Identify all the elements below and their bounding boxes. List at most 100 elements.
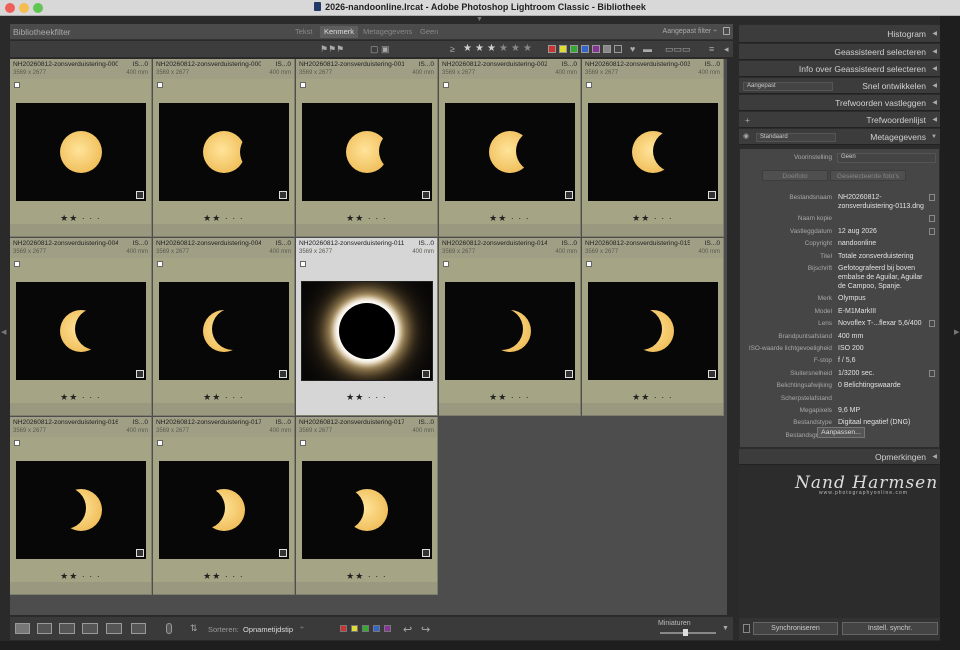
metadata-value[interactable]: E-M1MarkIII: [838, 307, 926, 316]
add-keyword-icon[interactable]: +: [745, 112, 750, 128]
cell-select-checkbox[interactable]: [443, 261, 449, 267]
cell-select-checkbox[interactable]: [14, 82, 20, 88]
custom-filter-dropdown[interactable]: Aangepast filter ÷: [663, 28, 717, 35]
metadata-view-dropdown[interactable]: Standaard: [756, 133, 836, 142]
rating-star-6[interactable]: ★: [523, 43, 532, 54]
label-yellow-button[interactable]: [351, 625, 358, 632]
cell-select-checkbox[interactable]: [443, 82, 449, 88]
photo-thumbnail[interactable]: [301, 281, 433, 381]
section-assisted-info[interactable]: Info over Geassisteerd selecteren ◀: [739, 61, 940, 77]
sync-settings-button[interactable]: Instell. synchr.: [842, 622, 938, 635]
edited-badge-icon[interactable]: [136, 370, 144, 378]
second-display-button[interactable]: [131, 623, 146, 634]
edited-badge-icon[interactable]: [422, 549, 430, 557]
metadata-value[interactable]: [838, 214, 926, 223]
metadata-action-icon[interactable]: [929, 194, 935, 201]
edited-badge-icon[interactable]: [422, 191, 430, 199]
edited-badge-icon[interactable]: [279, 191, 287, 199]
color-filter-red[interactable]: [548, 45, 556, 53]
grid-cell[interactable]: NH20260812-zonsverduistering-0154.dng IS.…: [582, 238, 724, 416]
photo-thumbnail[interactable]: [445, 103, 575, 201]
color-filter-custom[interactable]: [603, 45, 611, 53]
metadata-eye-icon[interactable]: ◉: [743, 129, 749, 145]
label-green-button[interactable]: [362, 625, 369, 632]
edited-badge-icon[interactable]: [565, 370, 573, 378]
metadata-value[interactable]: 12 aug 2026: [838, 227, 926, 236]
grid-cell[interactable]: NH20260812-zonsverduistering-0009.dng IS.…: [153, 59, 295, 237]
sort-direction-icon[interactable]: ⇅: [190, 623, 198, 634]
edited-badge-icon[interactable]: [708, 191, 716, 199]
quick-develop-preset-dropdown[interactable]: Aangepast: [743, 82, 833, 91]
edited-badge-icon[interactable]: [279, 370, 287, 378]
cell-select-checkbox[interactable]: [157, 82, 163, 88]
cell-rating-stars[interactable]: ★★ · · ·: [296, 571, 437, 582]
metadata-value[interactable]: Olympus: [838, 294, 926, 303]
grid-cell[interactable]: NH20260812-zonsverduistering-0041.dng IS.…: [10, 238, 152, 416]
stack-icon[interactable]: ≡: [709, 44, 714, 54]
metadata-value[interactable]: Novoflex T-...flexar 5,6/400: [838, 319, 926, 328]
cell-rating-stars[interactable]: ★★ · · ·: [439, 392, 580, 403]
edited-badge-icon[interactable]: [136, 191, 144, 199]
rating-gte-icon[interactable]: ≥: [450, 44, 455, 54]
rotate-right-icon[interactable]: ↪: [421, 623, 430, 636]
target-photo-button[interactable]: Doelfoto: [762, 170, 828, 181]
preset-dropdown[interactable]: Geen: [837, 153, 936, 163]
photo-thumbnail[interactable]: [159, 103, 289, 201]
toolbar-menu-chevron-icon[interactable]: ▼: [722, 625, 729, 632]
label-blue-button[interactable]: [373, 625, 380, 632]
metadata-value[interactable]: Gefotografeerd bij boven embalse de Agui…: [838, 264, 926, 291]
color-filter-yellow[interactable]: [559, 45, 567, 53]
top-panel-toggle-icon[interactable]: ▼: [476, 16, 483, 23]
metadata-value[interactable]: ISO 200: [838, 344, 926, 353]
section-keywording[interactable]: Trefwoorden vastleggen ◀: [739, 95, 940, 111]
cell-select-checkbox[interactable]: [157, 261, 163, 267]
chevron-left-icon[interactable]: ◂: [724, 44, 729, 55]
loupe-view-button[interactable]: [37, 623, 52, 634]
grid-view-button[interactable]: [15, 623, 30, 634]
filter-tab-attribute[interactable]: Kenmerk: [320, 26, 359, 38]
grid-cell[interactable]: NH20260812-zonsverduistering-0170.dng IS.…: [153, 417, 295, 595]
metadata-action-icon[interactable]: [929, 369, 935, 377]
heart-icon[interactable]: ♥: [630, 44, 635, 54]
section-comments[interactable]: Opmerkingen ◀: [739, 449, 940, 465]
cell-rating-stars[interactable]: ★★ · · ·: [296, 213, 437, 224]
photo-thumbnail[interactable]: [159, 461, 289, 559]
grid-cell[interactable]: NH20260812-zonsverduistering-0017.dng IS.…: [296, 59, 438, 237]
grid-cell[interactable]: NH20260812-zonsverduistering-0049.dng IS.…: [153, 238, 295, 416]
cell-select-checkbox[interactable]: [14, 261, 20, 267]
edited-badge-icon[interactable]: [565, 191, 573, 199]
cell-rating-stars[interactable]: ★★ · · ·: [153, 392, 294, 403]
left-panel-toggle-icon[interactable]: ◀: [1, 328, 6, 336]
cell-rating-stars[interactable]: ★★ · · ·: [153, 213, 294, 224]
filter-tab-metadata[interactable]: Metagegevens: [363, 27, 412, 36]
label-purple-button[interactable]: [384, 625, 391, 632]
cell-rating-stars[interactable]: ★★ · · ·: [296, 392, 437, 403]
color-filter-green[interactable]: [570, 45, 578, 53]
section-histogram[interactable]: Histogram ◀: [739, 25, 940, 43]
rotate-left-icon[interactable]: ↩: [403, 623, 412, 636]
color-filter-none[interactable]: [614, 45, 622, 53]
cell-rating-stars[interactable]: ★★ · · ·: [582, 213, 723, 224]
thumbnail-size-slider[interactable]: [660, 632, 716, 634]
photo-thumbnail[interactable]: [16, 103, 146, 201]
metadata-value[interactable]: 400 mm: [838, 332, 926, 341]
sort-dropdown-chevron-icon[interactable]: ÷: [300, 625, 304, 632]
image-kind-icons[interactable]: ▭▭▭: [665, 44, 691, 55]
flag-filter-icons[interactable]: ⚑⚑⚑: [320, 44, 344, 55]
cell-rating-stars[interactable]: ★★ · · ·: [10, 392, 151, 403]
metadata-value[interactable]: f / 5,6: [838, 356, 926, 365]
section-assisted-select[interactable]: Geassisteerd selecteren ◀: [739, 44, 940, 60]
rating-star-2[interactable]: ★: [475, 43, 484, 54]
comment-icon[interactable]: ▬: [643, 44, 652, 54]
label-red-button[interactable]: [340, 625, 347, 632]
sync-toggle-icon[interactable]: [743, 624, 750, 633]
metadata-action-icon[interactable]: [929, 227, 935, 235]
metadata-value[interactable]: NH20260812-zonsverduistering-0113.dng: [838, 193, 926, 211]
photo-thumbnail[interactable]: [159, 282, 289, 380]
section-keyword-list[interactable]: Trefwoordenlijst ◀ +: [739, 112, 940, 128]
thumbnail-size-slider-handle[interactable]: [683, 629, 688, 636]
compare-view-button[interactable]: [59, 623, 75, 634]
cell-select-checkbox[interactable]: [157, 440, 163, 446]
edited-badge-icon[interactable]: [279, 549, 287, 557]
photo-thumbnail[interactable]: [302, 103, 432, 201]
